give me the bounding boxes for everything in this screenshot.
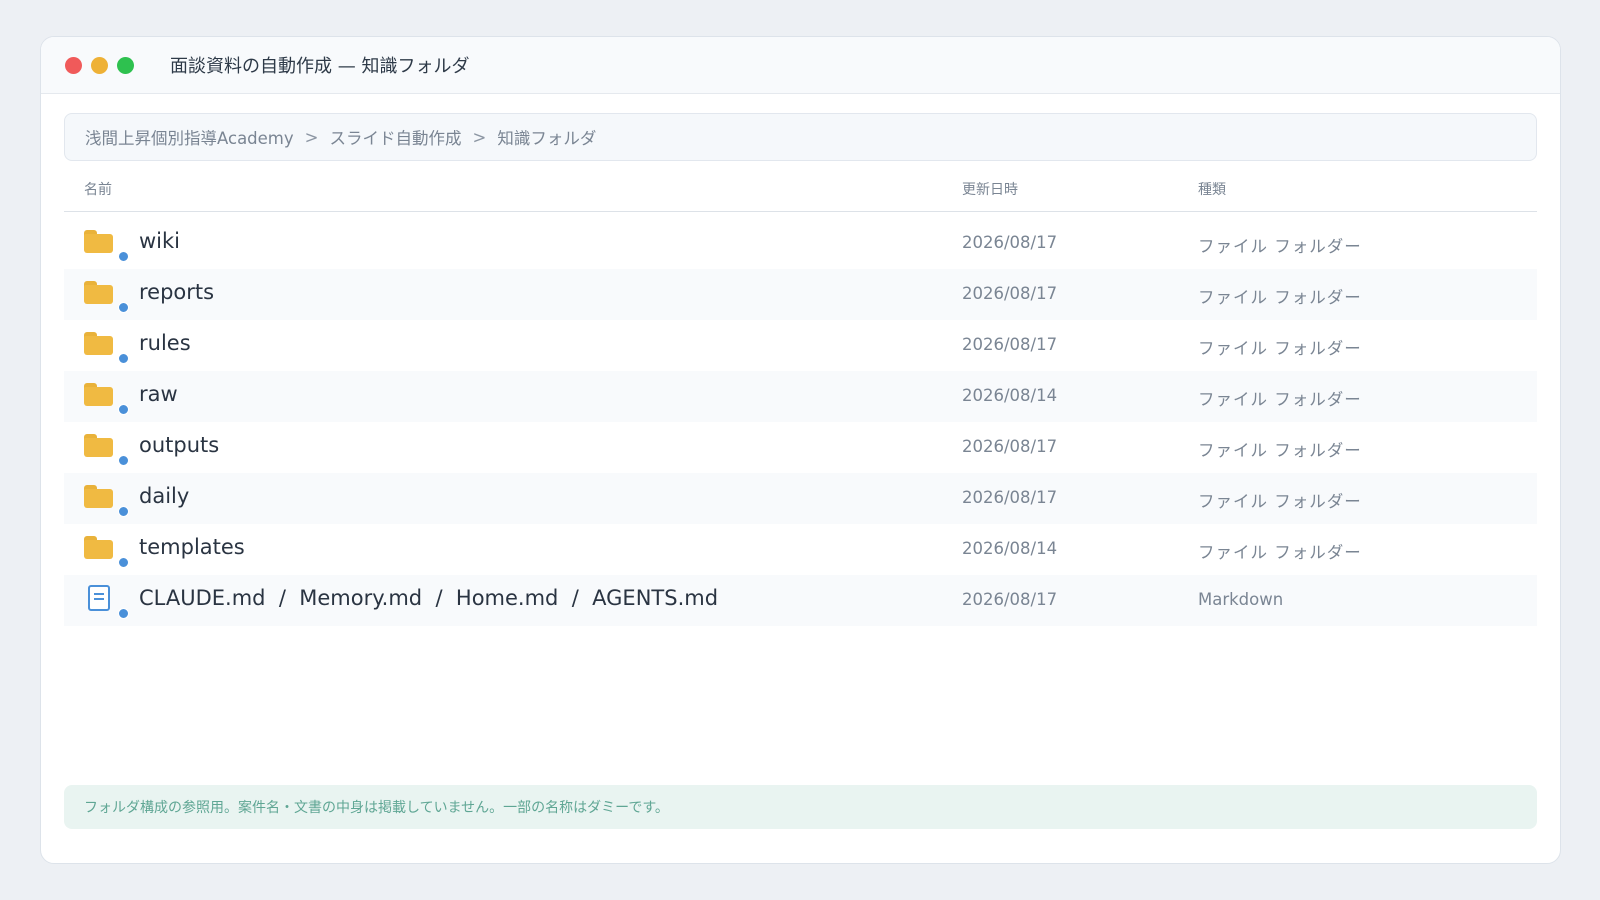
row-kind: ファイル フォルダー bbox=[1198, 390, 1362, 409]
breadcrumb-separator: > bbox=[304, 127, 319, 147]
row-date: 2026/08/17 bbox=[962, 335, 1058, 354]
row-date: 2026/08/17 bbox=[962, 437, 1058, 456]
breadcrumb-item-current[interactable]: 知識フォルダ bbox=[497, 125, 596, 149]
row-kind: ファイル フォルダー bbox=[1198, 237, 1362, 256]
table-row[interactable]: rules 2026/08/17 ファイル フォルダー bbox=[64, 320, 1537, 371]
folder-icon bbox=[84, 434, 113, 458]
document-icon bbox=[88, 585, 110, 611]
sync-status-icon bbox=[118, 608, 129, 619]
row-icon bbox=[84, 381, 129, 415]
table-row[interactable]: reports 2026/08/17 ファイル フォルダー bbox=[64, 269, 1537, 320]
breadcrumb-separator: > bbox=[472, 127, 487, 147]
row-kind: ファイル フォルダー bbox=[1198, 492, 1362, 511]
breadcrumb: 浅間上昇個別指導Academy > スライド自動作成 > 知識フォルダ bbox=[64, 113, 1537, 161]
row-name: outputs bbox=[139, 433, 220, 457]
row-name: reports bbox=[139, 280, 215, 304]
row-kind: ファイル フォルダー bbox=[1198, 288, 1362, 307]
close-button[interactable] bbox=[65, 56, 82, 74]
footnote: フォルダ構成の参照用。案件名・文書の中身は掲載していません。一部の名称はダミーで… bbox=[64, 785, 1537, 829]
sync-status-icon bbox=[118, 353, 129, 364]
sync-status-icon bbox=[118, 404, 129, 415]
column-header-kind[interactable]: 種類 bbox=[1198, 179, 1226, 199]
table-row[interactable]: outputs 2026/08/17 ファイル フォルダー bbox=[64, 422, 1537, 473]
minimize-button[interactable] bbox=[91, 56, 108, 74]
explorer-window: 面談資料の自動作成 — 知識フォルダ 浅間上昇個別指導Academy > スライ… bbox=[40, 36, 1561, 864]
folder-icon bbox=[84, 383, 113, 407]
row-icon bbox=[84, 228, 129, 262]
column-header-date[interactable]: 更新日時 bbox=[962, 179, 1018, 199]
row-name: rules bbox=[139, 331, 191, 355]
window-controls bbox=[65, 56, 134, 74]
file-list: wiki 2026/08/17 ファイル フォルダー reports 2026/… bbox=[64, 218, 1537, 626]
row-name: templates bbox=[139, 535, 245, 559]
row-name: daily bbox=[139, 484, 190, 508]
window-title: 面談資料の自動作成 — 知識フォルダ bbox=[170, 56, 470, 77]
row-kind: Markdown bbox=[1198, 590, 1284, 609]
breadcrumb-item-root[interactable]: 浅間上昇個別指導Academy bbox=[85, 125, 294, 149]
row-name: CLAUDE.md / Memory.md / Home.md / AGENTS… bbox=[139, 586, 719, 610]
folder-icon bbox=[84, 332, 113, 356]
row-date: 2026/08/17 bbox=[962, 488, 1058, 507]
row-kind: ファイル フォルダー bbox=[1198, 339, 1362, 358]
row-icon bbox=[84, 432, 129, 466]
row-icon bbox=[84, 585, 129, 619]
table-header: 名前 更新日時 種類 bbox=[64, 167, 1537, 212]
table-row[interactable]: CLAUDE.md / Memory.md / Home.md / AGENTS… bbox=[64, 575, 1537, 626]
row-icon bbox=[84, 279, 129, 313]
row-name: raw bbox=[139, 382, 178, 406]
sync-status-icon bbox=[118, 251, 129, 262]
folder-icon bbox=[84, 230, 113, 254]
row-name: wiki bbox=[139, 229, 181, 253]
row-kind: ファイル フォルダー bbox=[1198, 543, 1362, 562]
sync-status-icon bbox=[118, 506, 129, 517]
row-date: 2026/08/14 bbox=[962, 386, 1058, 405]
table-row[interactable]: wiki 2026/08/17 ファイル フォルダー bbox=[64, 218, 1537, 269]
folder-icon bbox=[84, 485, 113, 509]
row-icon bbox=[84, 483, 129, 517]
row-kind: ファイル フォルダー bbox=[1198, 441, 1362, 460]
sync-status-icon bbox=[118, 455, 129, 466]
maximize-button[interactable] bbox=[117, 56, 134, 74]
table-row[interactable]: raw 2026/08/14 ファイル フォルダー bbox=[64, 371, 1537, 422]
row-date: 2026/08/17 bbox=[962, 590, 1058, 609]
sync-status-icon bbox=[118, 302, 129, 313]
breadcrumb-item-slides[interactable]: スライド自動作成 bbox=[329, 125, 461, 149]
title-bar: 面談資料の自動作成 — 知識フォルダ bbox=[41, 37, 1560, 94]
folder-icon bbox=[84, 281, 113, 305]
folder-icon bbox=[84, 536, 113, 560]
sync-status-icon bbox=[118, 557, 129, 568]
table-row[interactable]: templates 2026/08/14 ファイル フォルダー bbox=[64, 524, 1537, 575]
row-date: 2026/08/17 bbox=[962, 233, 1058, 252]
row-icon bbox=[84, 534, 129, 568]
row-icon bbox=[84, 330, 129, 364]
table-row[interactable]: daily 2026/08/17 ファイル フォルダー bbox=[64, 473, 1537, 524]
row-date: 2026/08/17 bbox=[962, 284, 1058, 303]
column-header-name[interactable]: 名前 bbox=[84, 179, 112, 199]
row-date: 2026/08/14 bbox=[962, 539, 1058, 558]
